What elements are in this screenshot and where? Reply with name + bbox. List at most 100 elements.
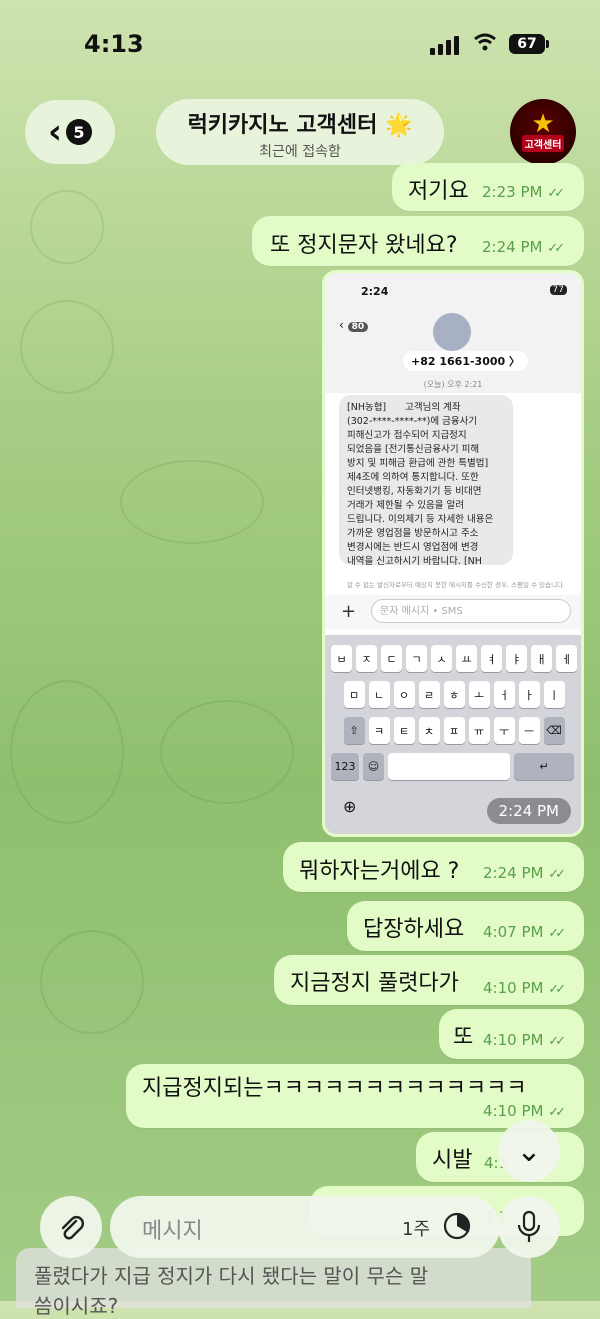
message-time: 4:10 PM ✓✓: [483, 979, 566, 997]
keyboard-key: ㅇ: [393, 681, 415, 708]
image-message[interactable]: 2:24 77 ‹ 80 +82 1661-3000 〉 (오늘) 오후 2:2…: [322, 270, 584, 837]
sms-input: 문자 메시지 • SMS: [371, 599, 571, 623]
wifi-icon: [474, 33, 496, 51]
sms-input-bar: + 문자 메시지 • SMS: [325, 595, 581, 629]
keyboard-key: ㅓ: [493, 681, 515, 708]
keyboard-key: ㅎ: [443, 681, 465, 708]
keyboard-key: ㅌ: [393, 717, 415, 744]
keyboard-key: 123: [331, 753, 359, 780]
message-bubble[interactable]: 뭐하자는거에요 ? 2:24 PM ✓✓: [283, 842, 584, 892]
status-bar: 4:13 67: [0, 0, 600, 80]
keyboard-key: ㅛ: [456, 645, 477, 672]
wallpaper-doodle: [10, 680, 124, 824]
unread-count-badge: 5: [66, 119, 92, 145]
keyboard-key: ㅍ: [443, 717, 465, 744]
message-time: 2:23 PM ✓✓: [482, 183, 565, 201]
avatar-label: 고객센터: [521, 134, 565, 152]
globe-icon: ⊕: [343, 797, 357, 816]
keyboard-key: ㅅ: [431, 645, 452, 672]
double-check-icon: ✓✓: [548, 1105, 566, 1120]
keyboard-key: ㅕ: [481, 645, 502, 672]
scroll-to-bottom-button[interactable]: ⌄: [498, 1120, 560, 1182]
sms-back: ‹ 80: [339, 318, 369, 332]
message-text: 뭐하자는거에요 ?: [299, 859, 460, 884]
keyboard-key: ㅈ: [356, 645, 377, 672]
keyboard-key: ㅗ: [468, 681, 490, 708]
keyboard-key: ㄷ: [381, 645, 402, 672]
keyboard-key: ㅜ: [493, 717, 515, 744]
status-time: 4:13: [84, 30, 144, 58]
message-placeholder: 메시지: [142, 1219, 203, 1244]
keyboard-key: [388, 753, 510, 780]
wallpaper-doodle: [40, 930, 144, 1034]
sms-body: [NH농협] 고객님의 계좌 (302-****-****-**)에 금융사기 …: [339, 395, 513, 565]
microphone-icon: [517, 1210, 541, 1242]
message-text: 저기요: [408, 179, 469, 204]
wallpaper-doodle: [20, 300, 114, 394]
attach-button[interactable]: [40, 1196, 102, 1258]
double-check-icon: ✓✓: [548, 1034, 566, 1049]
battery-icon: 67: [509, 34, 549, 54]
keyboard-key: ㅐ: [531, 645, 552, 672]
sms-spam-note: 알 수 없는 발신자로부터 예상치 못한 메시지를 수신한 경우, 스팸일 수 …: [346, 581, 566, 589]
draft-text-line2: 씀이시죠?: [34, 1294, 119, 1318]
keyboard-key: ⌫: [543, 717, 565, 744]
draft-text-line1: 풀렸다가 지급 정지가 다시 됐다는 말이 무슨 말: [34, 1264, 429, 1288]
message-input[interactable]: 메시지 1주: [110, 1196, 500, 1258]
chat-status: 최근에 접속함: [259, 144, 341, 160]
keyboard-key: ㅋ: [368, 717, 390, 744]
keyboard-key: ㅡ: [518, 717, 540, 744]
message-time: 2:24 PM ✓✓: [483, 864, 566, 882]
message-bubble[interactable]: 답장하세요 4:07 PM ✓✓: [347, 901, 584, 951]
sms-sender: +82 1661-3000 〉: [403, 351, 528, 371]
message-bubble[interactable]: 지금정지 풀렷다가 4:10 PM ✓✓: [274, 955, 584, 1005]
message-bubble[interactable]: 지급정지되는ㅋㅋㅋㅋㅋㅋㅋㅋㅋㅋㅋㅋㅋ 4:10 PM ✓✓: [126, 1064, 584, 1128]
message-bubble[interactable]: 저기요 2:23 PM ✓✓: [392, 163, 584, 211]
signal-icon: [430, 36, 462, 55]
message-bubble[interactable]: 또 4:10 PM ✓✓: [439, 1009, 584, 1059]
auto-delete-timer-label: 1주: [402, 1219, 431, 1240]
avatar[interactable]: ★ 고객센터: [510, 99, 576, 165]
keyboard-key: ㄱ: [406, 645, 427, 672]
chevron-down-icon: ⌄: [516, 1133, 542, 1169]
timer-icon[interactable]: [442, 1211, 472, 1241]
chat-title[interactable]: 럭키카지노 고객센터 🌟 최근에 접속함: [156, 99, 444, 165]
keyboard-key: ㄹ: [418, 681, 440, 708]
message-time: 4:10 PM ✓✓: [483, 1031, 566, 1049]
back-button[interactable]: ‹ 5: [25, 100, 115, 164]
keyboard-key: ㅁ: [343, 681, 365, 708]
message-time: 4:10 PM ✓✓: [483, 1102, 566, 1120]
keyboard-key: ☺: [363, 753, 384, 780]
wallpaper-doodle: [30, 190, 104, 264]
image-time: 2:24 PM: [486, 798, 571, 824]
message-text: 지금정지 풀렷다가: [290, 971, 459, 996]
chevron-left-icon: ‹: [47, 112, 62, 152]
keyboard-key: ㅣ: [543, 681, 565, 708]
voice-message-button[interactable]: [498, 1196, 560, 1258]
wallpaper-doodle: [120, 460, 264, 544]
keyboard-key: ↵: [514, 753, 574, 780]
keyboard-key: ㅠ: [468, 717, 490, 744]
double-check-icon: ✓✓: [547, 241, 565, 256]
keyboard-key: ⇧: [343, 717, 365, 744]
paperclip-icon: [61, 1216, 84, 1240]
message-time: 2:24 PM ✓✓: [482, 238, 565, 256]
sms-date: (오늘) 오후 2:21: [423, 380, 483, 389]
keyboard-key: ㄴ: [368, 681, 390, 708]
message-bubble[interactable]: 또 정지문자 왔네요? 2:24 PM ✓✓: [252, 216, 584, 266]
sms-battery: 77: [549, 285, 567, 295]
message-time: 4:07 PM ✓✓: [483, 923, 566, 941]
plus-icon: +: [341, 601, 357, 622]
double-check-icon: ✓✓: [548, 926, 566, 941]
sms-screenshot-header: 2:24 77 ‹ 80 +82 1661-3000 〉 (오늘) 오후 2:2…: [325, 273, 581, 393]
double-check-icon: ✓✓: [547, 186, 565, 201]
double-check-icon: ✓✓: [548, 867, 566, 882]
chat-name: 럭키카지노 고객센터 🌟: [187, 113, 413, 138]
message-text: 답장하세요: [363, 917, 465, 942]
keyboard-key: ㅏ: [518, 681, 540, 708]
star-icon: ★: [531, 108, 555, 139]
sms-contact-avatar: [433, 313, 471, 351]
keyboard-key: ㅔ: [556, 645, 577, 672]
wallpaper-doodle: [160, 700, 294, 804]
message-text: 또: [453, 1025, 474, 1050]
